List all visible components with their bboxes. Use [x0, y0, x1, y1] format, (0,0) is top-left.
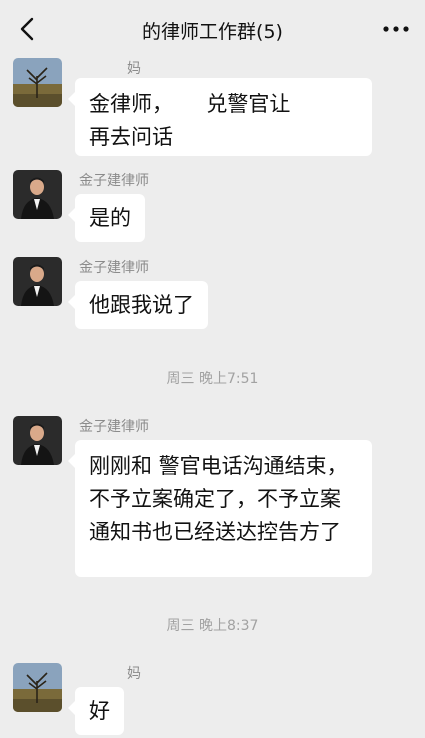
message-bubble[interactable]: 金律师， 兑警官让 再去问话	[68, 78, 372, 156]
chat-header: 的律师工作群(5)	[0, 0, 425, 58]
message-bubble[interactable]: 刚刚和 警官电话沟通结束，不予立案确定了，不予立案通知书也已经送达控告方了	[68, 440, 372, 577]
avatar[interactable]	[13, 257, 62, 306]
landscape-tree-avatar	[13, 663, 62, 712]
avatar[interactable]	[13, 58, 62, 107]
lawyer-portrait-avatar	[13, 170, 62, 219]
avatar[interactable]	[13, 170, 62, 219]
timestamp: 周三 晚上7:51	[166, 371, 259, 387]
sender-name: 金子建律师	[79, 260, 149, 276]
chat-title: 的律师工作群(5)	[142, 21, 283, 43]
message-bubble[interactable]: 他跟我说了	[68, 281, 208, 329]
lawyer-portrait-avatar	[13, 416, 62, 465]
more-button[interactable]	[381, 14, 411, 44]
avatar[interactable]	[13, 663, 62, 712]
sender-name: 金子建律师	[79, 173, 149, 189]
message-bubble[interactable]: 是的	[68, 194, 145, 242]
sender-name: 妈	[127, 61, 141, 77]
landscape-tree-avatar	[13, 58, 62, 107]
sender-name: 妈	[127, 666, 141, 682]
sender-name: 金子建律师	[79, 419, 149, 435]
avatar[interactable]	[13, 416, 62, 465]
timestamp: 周三 晚上8:37	[166, 618, 259, 634]
message-bubble[interactable]: 好	[68, 687, 124, 735]
lawyer-portrait-avatar	[13, 257, 62, 306]
more-dots-icon	[383, 26, 409, 32]
